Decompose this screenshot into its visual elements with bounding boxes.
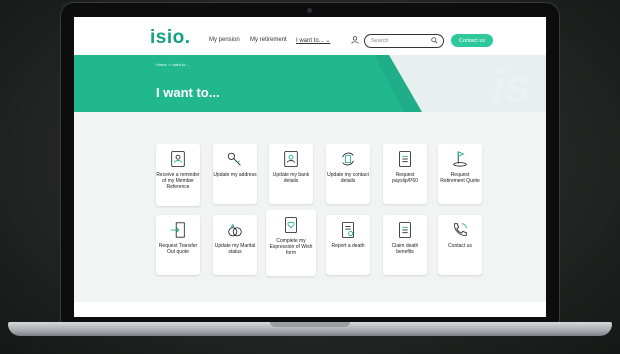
contact-us-button[interactable]: Contact us	[451, 34, 493, 47]
nav-i-want-to[interactable]: I want to... ⌄	[296, 37, 330, 44]
member-reference-icon	[171, 150, 185, 168]
hero-watermark: is	[492, 60, 531, 112]
card-label: Request payslip/P60	[392, 172, 418, 185]
isio-logo[interactable]: isio.	[150, 27, 191, 49]
card-label: Contact us	[448, 243, 472, 249]
card-label: Request Retirement Quote	[440, 172, 480, 185]
card-payslip[interactable]: Request payslip/P60	[383, 144, 427, 204]
card-label: Update my address	[213, 172, 257, 178]
site-header: isio. My pension My retirement I want to…	[74, 17, 546, 55]
payslip-icon	[399, 150, 411, 168]
nav-my-retirement[interactable]: My retirement	[250, 37, 287, 43]
golf-flag-icon	[453, 151, 467, 167]
card-label: Update my bank details	[272, 172, 310, 185]
camera	[307, 8, 312, 13]
hero-pattern	[374, 55, 546, 112]
card-update-address[interactable]: Update my address	[213, 144, 257, 204]
browser-screen: isio. My pension My retirement I want to…	[74, 17, 546, 317]
death-benefits-icon	[399, 221, 411, 239]
card-label: Receive a reminder of my Member Referenc…	[156, 172, 200, 191]
card-contact-us[interactable]: Contact us	[438, 215, 482, 275]
card-label: Request Transfer Out quote	[158, 243, 198, 256]
card-label: Report a death	[331, 243, 365, 249]
phone-icon	[454, 223, 467, 236]
contact-update-icon	[342, 152, 354, 166]
page-title: I want to...	[156, 85, 220, 100]
laptop-notch	[270, 322, 350, 327]
card-label: Claim death benefits	[391, 243, 419, 256]
search-icon[interactable]	[431, 37, 438, 44]
user-icon[interactable]	[351, 36, 359, 44]
card-transfer-out[interactable]: Request Transfer Out quote	[156, 215, 200, 275]
bank-details-icon	[284, 150, 298, 168]
card-label: Complete my Expression of Wish form	[269, 238, 313, 257]
footer-strip	[74, 302, 546, 317]
rings-icon	[228, 223, 242, 237]
nav-my-pension[interactable]: My pension	[209, 37, 240, 43]
card-claim-death-benefits[interactable]: Claim death benefits	[383, 215, 427, 275]
card-report-death[interactable]: Report a death	[326, 215, 370, 275]
card-member-reference[interactable]: Receive a reminder of my Member Referenc…	[156, 144, 200, 206]
card-label: Update my Marital status	[214, 243, 256, 256]
transfer-out-icon	[170, 222, 185, 238]
report-death-icon	[342, 221, 354, 239]
hero-banner: is Home › I want to... I want to...	[74, 55, 546, 112]
card-marital-status[interactable]: Update my Marital status	[213, 215, 257, 275]
card-label: Update my contact details	[327, 172, 369, 185]
search-placeholder: Search	[371, 38, 389, 44]
card-expression-of-wish[interactable]: Complete my Expression of Wish form	[266, 210, 316, 276]
breadcrumb[interactable]: Home › I want to...	[156, 62, 189, 67]
keys-icon	[227, 152, 241, 166]
card-bank-details[interactable]: Update my bank details	[269, 144, 313, 204]
card-contact-details[interactable]: Update my contact details	[326, 144, 370, 204]
card-retirement-quote[interactable]: Request Retirement Quote	[438, 144, 482, 204]
search-input[interactable]: Search	[364, 34, 444, 48]
expression-of-wish-icon	[285, 216, 297, 234]
